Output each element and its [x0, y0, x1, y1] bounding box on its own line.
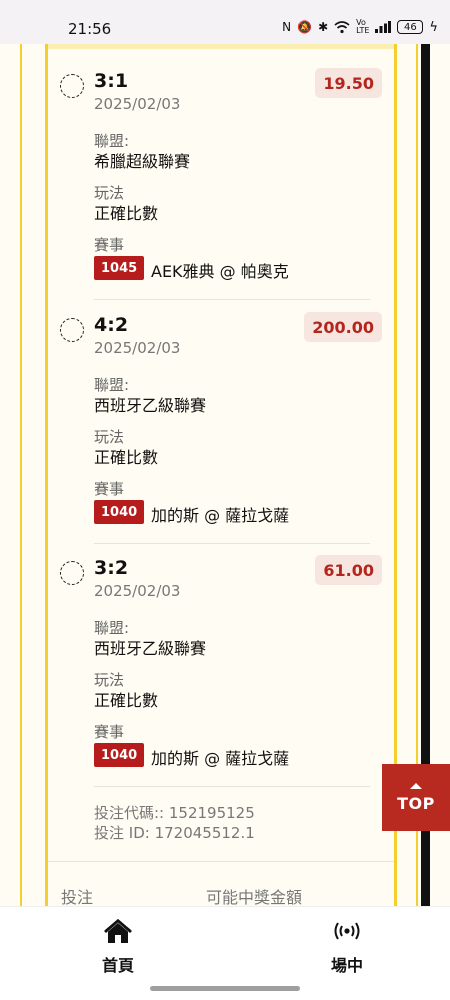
nav-live-label: 場中	[330, 956, 363, 975]
card-top-edge	[48, 44, 394, 49]
summary-divider	[48, 861, 394, 862]
event-label: 賽事	[94, 236, 125, 254]
match-id-badge: 1045	[94, 256, 145, 280]
nav-home[interactable]: 首頁	[68, 915, 168, 976]
signal-icon	[375, 21, 392, 33]
bet-divider	[94, 299, 370, 300]
bet-select-radio[interactable]	[60, 318, 84, 342]
play-type-value: 正確比數	[94, 691, 159, 710]
nav-live[interactable]: 場中	[297, 915, 397, 976]
arrow-up-icon	[410, 782, 422, 789]
volte-icon: Vo LTE	[356, 18, 370, 35]
bet-date: 2025/02/03	[94, 95, 181, 113]
match-name: 加的斯 @ 薩拉戈薩	[151, 506, 290, 525]
gesture-home-bar[interactable]	[150, 986, 300, 991]
play-type-value: 正確比數	[94, 204, 159, 223]
bet-date: 2025/02/03	[94, 582, 181, 600]
bet-code-text: 投注代碼:: 152195125	[94, 804, 255, 822]
bet-divider	[94, 543, 370, 544]
stake-label: 投注	[61, 888, 94, 907]
bet-reference: 投注代碼:: 152195125 投注 ID: 172045512.1	[94, 803, 255, 843]
bet-divider	[94, 786, 370, 787]
odds-badge: 200.00	[304, 312, 382, 342]
match-id-badge: 1040	[94, 743, 145, 767]
charging-icon: ϟ	[429, 19, 438, 35]
bet-id-text: 投注 ID: 172045512.1	[94, 824, 255, 842]
odds-badge: 61.00	[315, 555, 382, 585]
nfc-icon: N	[282, 20, 292, 34]
match-name: AEK雅典 @ 帕奧克	[151, 262, 289, 281]
league-value: 西班牙乙級聯賽	[94, 639, 207, 658]
event-label: 賽事	[94, 480, 125, 498]
match-id-badge: 1040	[94, 500, 145, 524]
live-broadcast-icon	[333, 915, 361, 947]
play-type-value: 正確比數	[94, 448, 159, 467]
bet-score: 3:2	[94, 557, 129, 579]
event-label: 賽事	[94, 723, 125, 741]
bluetooth-icon: ✱	[318, 20, 329, 34]
bet-slip-card: 3:1 2025/02/03 19.50 聯盟: 希臘超級聯賽 玩法 正確比數 …	[45, 44, 397, 907]
scroll-to-top-button[interactable]: TOP	[382, 764, 450, 831]
wifi-icon	[334, 20, 350, 33]
match-name: 加的斯 @ 薩拉戈薩	[151, 749, 290, 768]
odds-badge: 19.50	[315, 68, 382, 98]
bet-select-radio[interactable]	[60, 561, 84, 585]
nav-home-label: 首頁	[101, 956, 134, 975]
bet-select-radio[interactable]	[60, 74, 84, 98]
battery-icon: 46	[397, 20, 424, 34]
mute-icon: 🔕	[297, 20, 313, 34]
potential-win-label: 可能中獎金額	[206, 888, 303, 907]
status-icons: N 🔕 ✱ Vo LTE 46 ϟ	[282, 19, 438, 35]
home-icon	[103, 915, 133, 947]
league-value: 西班牙乙級聯賽	[94, 396, 207, 415]
bet-date: 2025/02/03	[94, 339, 181, 357]
bet-score: 3:1	[94, 70, 129, 92]
status-time: 21:56	[68, 20, 112, 38]
bet-score: 4:2	[94, 314, 129, 336]
top-button-label: TOP	[397, 793, 435, 813]
league-value: 希臘超級聯賽	[94, 152, 191, 171]
status-bar: 21:56 N 🔕 ✱ Vo LTE 46 ϟ	[0, 0, 450, 44]
frame-border-left	[20, 44, 22, 906]
